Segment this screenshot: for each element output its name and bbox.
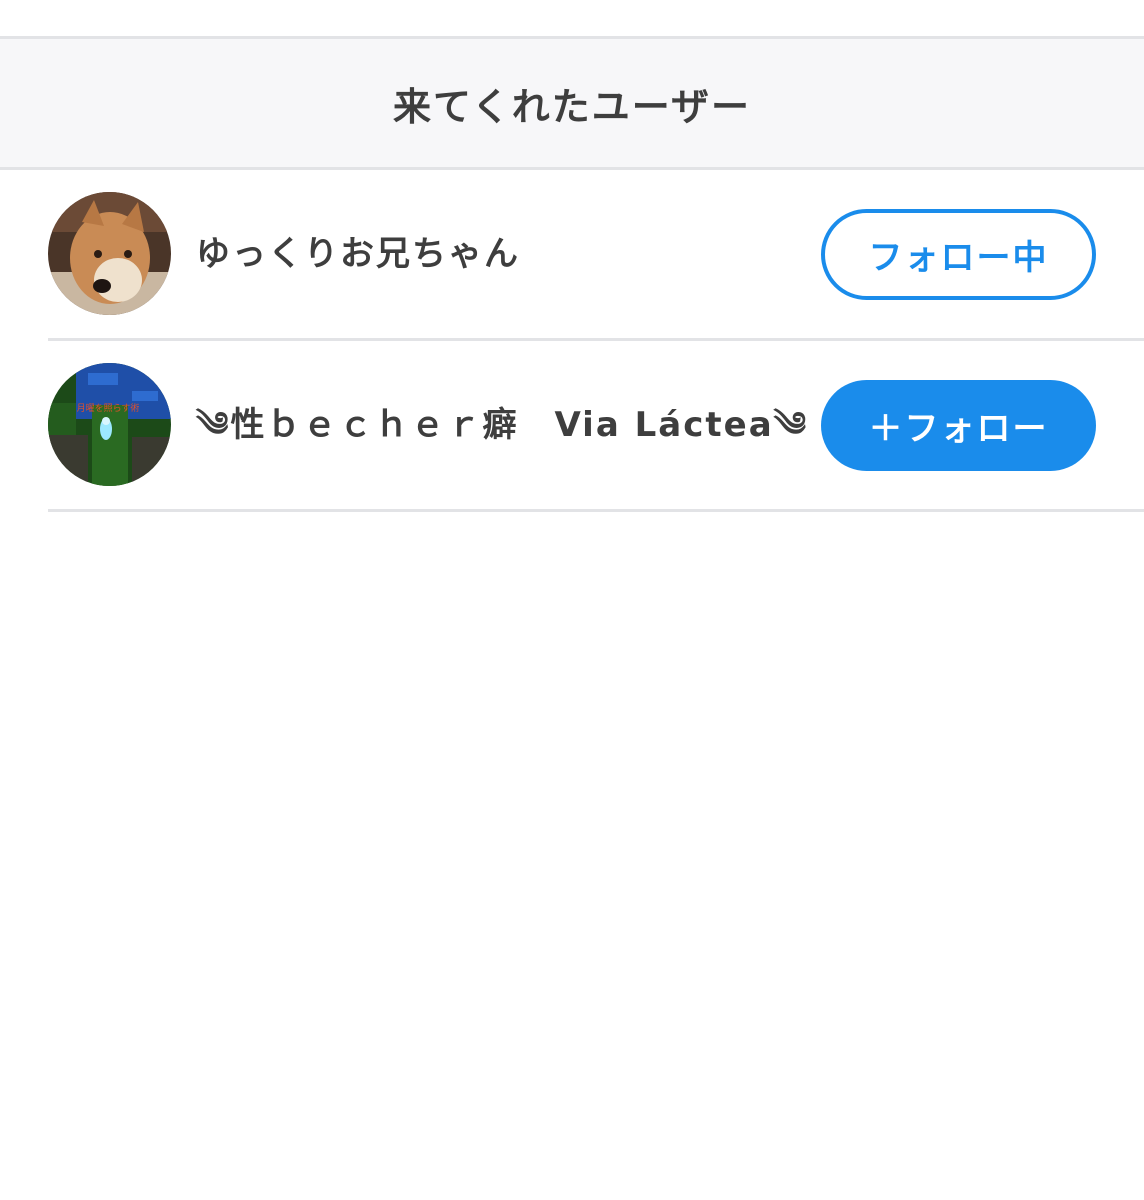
top-strip [0, 0, 1144, 39]
following-button[interactable]: フォロー中 [821, 209, 1096, 300]
avatar[interactable] [48, 192, 171, 315]
user-name[interactable]: ༄性ｂｅｃｈｅｒ癖 Via Láctea༄ [196, 341, 808, 509]
page-header: 来てくれたユーザー [0, 39, 1144, 170]
avatar[interactable]: 月曜を照らす術 [48, 363, 171, 486]
avatar-caption: 月曜を照らす術 [77, 403, 140, 414]
list-item: 月曜を照らす術 ༄性ｂｅｃｈｅｒ癖 Via Láctea༄ ＋フォロー [48, 341, 1144, 512]
page-title: 来てくれたユーザー [392, 84, 752, 129]
visitor-list: ゆっくりお兄ちゃん フォロー中 月曜を照らす術 ༄性ｂｅｃｈｅｒ癖 Via Lá… [0, 170, 1144, 512]
list-item: ゆっくりお兄ちゃん フォロー中 [48, 170, 1144, 341]
follow-button[interactable]: ＋フォロー [821, 380, 1096, 471]
user-name[interactable]: ゆっくりお兄ちゃん [196, 170, 520, 338]
